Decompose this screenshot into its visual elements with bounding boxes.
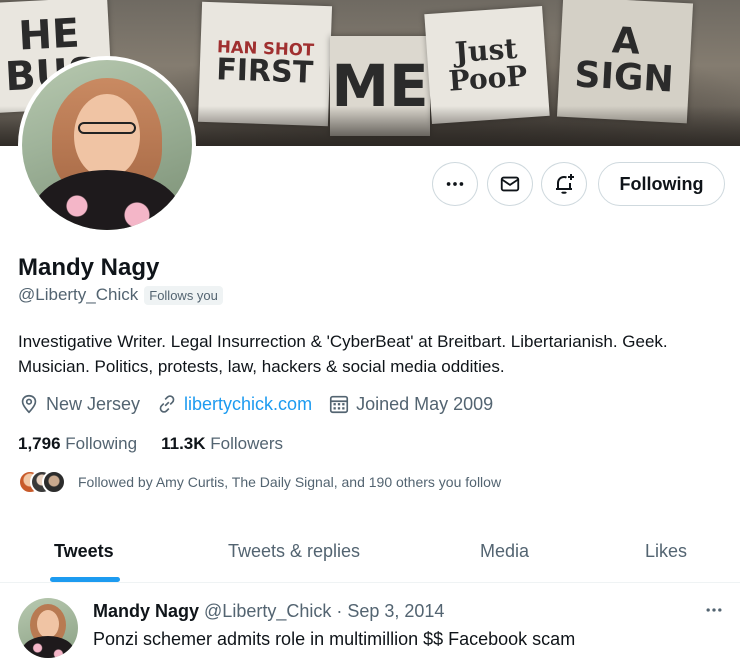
notifications-button[interactable] bbox=[541, 162, 587, 206]
avatar[interactable] bbox=[18, 598, 78, 658]
tweet-date[interactable]: Sep 3, 2014 bbox=[347, 601, 444, 622]
followed-by[interactable]: Followed by Amy Curtis, The Daily Signal… bbox=[18, 470, 501, 494]
website-link[interactable]: libertychick.com bbox=[184, 394, 312, 415]
follow-counts: 1,796 Following 11.3K Followers bbox=[18, 434, 307, 454]
more-button[interactable] bbox=[432, 162, 478, 206]
profile-tabs: Tweets Tweets & replies Media Likes bbox=[0, 520, 740, 583]
more-icon bbox=[446, 182, 464, 186]
profile-avatar[interactable] bbox=[18, 56, 196, 234]
handle-row: @Liberty_Chick Follows you bbox=[18, 285, 223, 305]
follows-you-badge: Follows you bbox=[144, 285, 223, 305]
separator: · bbox=[336, 601, 343, 621]
profile-handle: @Liberty_Chick bbox=[18, 285, 139, 304]
profile-name: Mandy Nagy bbox=[18, 254, 160, 281]
followers-count[interactable]: 11.3K Followers bbox=[161, 434, 283, 454]
location: New Jersey bbox=[18, 393, 140, 415]
followed-by-text: Followed by Amy Curtis, The Daily Signal… bbox=[78, 474, 502, 490]
mail-icon bbox=[500, 176, 520, 192]
tab-tweets-and-replies[interactable]: Tweets & replies bbox=[228, 520, 360, 583]
tab-likes[interactable]: Likes bbox=[645, 520, 687, 583]
banner-sign: A SIGN bbox=[556, 0, 694, 124]
following-button[interactable]: Following bbox=[598, 162, 725, 206]
more-icon bbox=[706, 608, 722, 612]
join-date: Joined May 2009 bbox=[328, 393, 493, 415]
message-button[interactable] bbox=[487, 162, 533, 206]
avatar-image bbox=[22, 60, 192, 230]
avatar bbox=[42, 470, 66, 494]
link-icon bbox=[159, 395, 175, 413]
tab-media[interactable]: Media bbox=[480, 520, 529, 583]
active-tab-indicator bbox=[50, 577, 120, 582]
tweet-more-button[interactable] bbox=[700, 600, 728, 620]
tweet-author-handle[interactable]: @Liberty_Chick bbox=[204, 601, 331, 622]
bell-plus-icon bbox=[556, 174, 574, 194]
tweet-header: Mandy Nagy @Liberty_Chick · Sep 3, 2014 bbox=[93, 601, 444, 622]
tweet-text: Ponzi schemer admits role in multimillio… bbox=[93, 629, 576, 649]
tweet-author-name[interactable]: Mandy Nagy bbox=[93, 601, 199, 622]
calendar-icon bbox=[329, 395, 349, 414]
tweet[interactable]: Mandy Nagy @Liberty_Chick · Sep 3, 2014 … bbox=[0, 584, 740, 665]
profile-bio: Investigative Writer. Legal Insurrection… bbox=[18, 332, 668, 376]
location-pin-icon bbox=[21, 394, 37, 414]
website[interactable]: libertychick.com bbox=[156, 393, 312, 415]
profile-meta: New Jersey libertychick.com Joined May 2… bbox=[18, 393, 509, 415]
followed-by-avatars bbox=[18, 470, 66, 494]
tab-tweets[interactable]: Tweets bbox=[54, 520, 114, 583]
following-count[interactable]: 1,796 Following bbox=[18, 434, 137, 454]
